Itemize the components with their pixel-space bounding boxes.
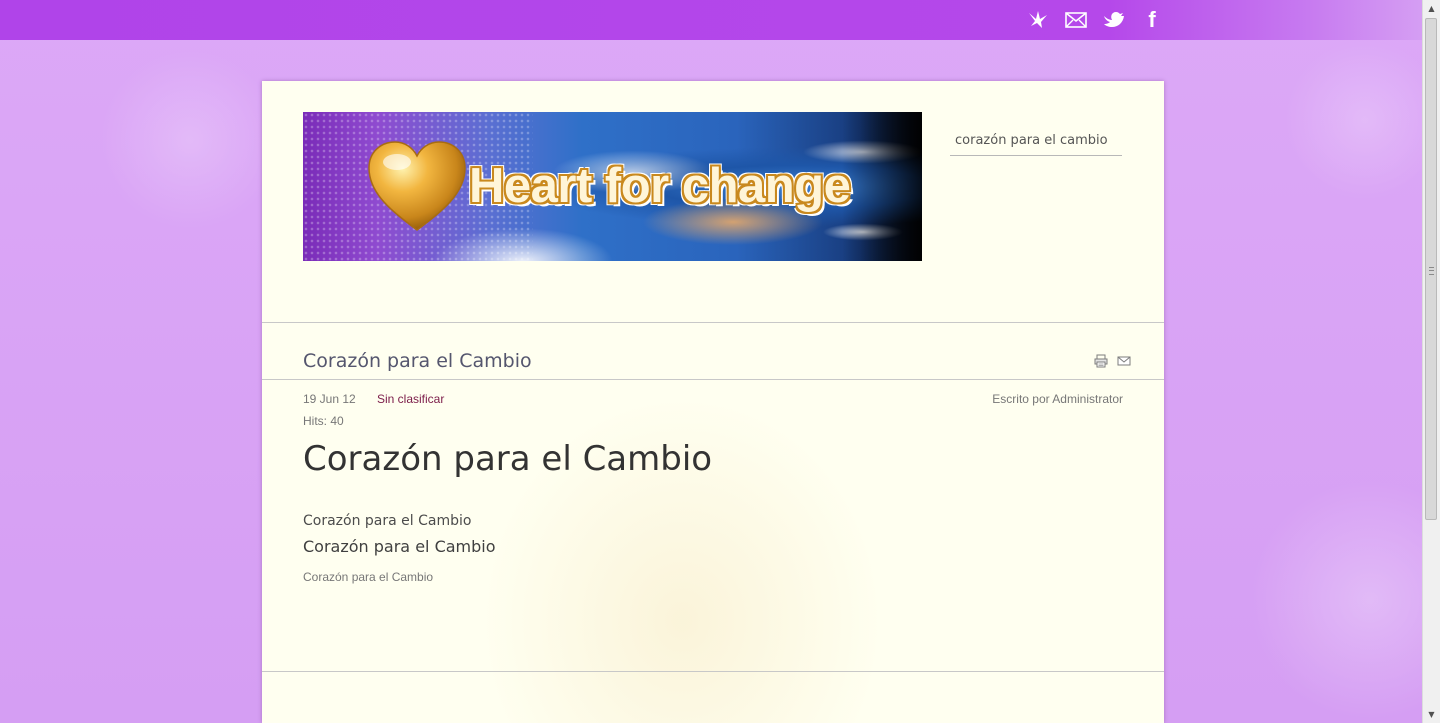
footer-divider [262, 671, 1164, 672]
header-divider [262, 322, 1164, 323]
content-panel: Heart for change Corazón para el Cambio … [262, 81, 1164, 723]
article-tools [1094, 354, 1131, 368]
scroll-grip-icon [1429, 267, 1434, 275]
print-icon[interactable] [1094, 354, 1108, 368]
article-author: Escrito por Administrator [992, 392, 1123, 406]
article-hits: Hits: 40 [303, 414, 344, 428]
scroll-down-arrow-icon[interactable]: ▼ [1423, 706, 1440, 723]
email-icon[interactable] [1117, 354, 1131, 368]
top-bar: f [0, 0, 1422, 40]
dove-icon[interactable] [1026, 8, 1050, 32]
category-link[interactable]: Sin clasificar [377, 392, 444, 406]
header-banner[interactable]: Heart for change [303, 112, 922, 261]
facebook-letter: f [1148, 7, 1156, 32]
gold-heart-icon [368, 141, 466, 231]
search-box[interactable] [950, 125, 1122, 156]
vertical-scrollbar[interactable]: ▲ ▼ [1422, 0, 1440, 723]
content-line-2: Corazón para el Cambio [303, 537, 496, 556]
content-line-3: Corazón para el Cambio [303, 570, 434, 584]
social-icons: f [1026, 8, 1164, 32]
content-line-1: Corazón para el Cambio [303, 513, 472, 529]
search-input[interactable] [950, 125, 1122, 155]
facebook-icon[interactable]: f [1140, 8, 1164, 32]
article-title[interactable]: Corazón para el Cambio [303, 350, 532, 372]
scroll-up-arrow-icon[interactable]: ▲ [1423, 0, 1440, 17]
content-heading: Corazón para el Cambio [303, 439, 713, 479]
twitter-bird-icon[interactable] [1102, 8, 1126, 32]
scroll-thumb[interactable] [1425, 18, 1437, 520]
mail-icon[interactable] [1064, 8, 1088, 32]
banner-text: Heart for change [469, 159, 851, 213]
title-divider [262, 379, 1164, 380]
article-date: 19 Jun 12 [303, 392, 356, 406]
